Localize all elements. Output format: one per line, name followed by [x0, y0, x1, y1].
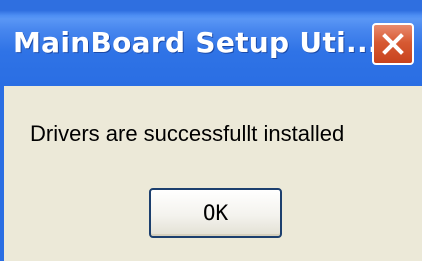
message-dialog: MainBoard Setup Uti... Drivers are succe…: [0, 0, 422, 261]
ok-button[interactable]: OK: [149, 188, 282, 238]
message-text: Drivers are successfullt installed: [30, 121, 345, 146]
title-bar[interactable]: MainBoard Setup Uti...: [0, 0, 422, 86]
close-button[interactable]: [372, 23, 414, 65]
window-title: MainBoard Setup Uti...: [13, 26, 379, 59]
ok-button-label: OK: [202, 201, 229, 225]
dialog-body: Drivers are successfullt installed OK: [0, 86, 422, 261]
close-icon: [382, 33, 404, 55]
